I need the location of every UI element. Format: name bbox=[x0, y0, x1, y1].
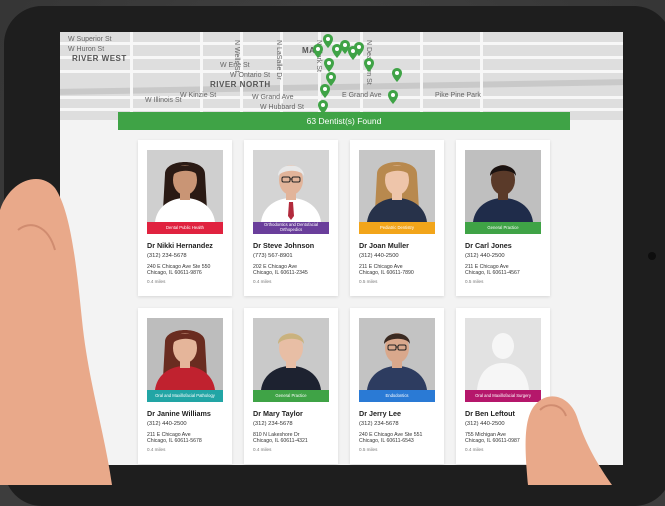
address-line-2: Chicago, IL 60611-4321 bbox=[253, 438, 308, 444]
dentist-distance: 0.4 miles bbox=[147, 279, 166, 284]
map-pin-icon[interactable] bbox=[392, 68, 402, 82]
map-street-label: N Wells St bbox=[233, 40, 240, 73]
specialty-badge: General Practice bbox=[253, 390, 329, 402]
dentist-photo bbox=[253, 150, 329, 222]
dentist-phone[interactable]: (312) 440-2500 bbox=[359, 253, 399, 259]
dentist-distance: 0.5 miles bbox=[465, 279, 484, 284]
dentist-phone[interactable]: (312) 440-2500 bbox=[147, 421, 187, 427]
dentist-name[interactable]: Dr Janine Williams bbox=[147, 409, 231, 418]
dentist-portrait bbox=[147, 318, 223, 390]
dentist-name[interactable]: Dr Joan Muller bbox=[359, 241, 443, 250]
map-street-label: W Illinois St bbox=[145, 97, 182, 104]
dentist-distance: 0.4 miles bbox=[465, 447, 484, 452]
dentist-photo bbox=[253, 318, 329, 390]
map-street-label: W Superior St bbox=[68, 36, 112, 43]
map-neighborhood-label: RIVER WEST bbox=[72, 54, 127, 63]
map-pin-icon[interactable] bbox=[364, 58, 374, 72]
road bbox=[130, 32, 133, 120]
dentist-phone[interactable]: (773) 567-8901 bbox=[253, 253, 293, 259]
dentist-phone[interactable]: (312) 234-5678 bbox=[253, 421, 293, 427]
map-street-label: N LaSalle Dr bbox=[275, 40, 282, 80]
map-pin-icon[interactable] bbox=[313, 44, 323, 58]
dentist-card[interactable]: Oral and Maxillofacial Pathology Dr Jani… bbox=[138, 308, 232, 464]
address-line-2: Chicago, IL 60611-6543 bbox=[359, 438, 414, 444]
dentist-address: 810 N Lakeshore Dr Chicago, IL 60611-4321 bbox=[253, 432, 333, 444]
road bbox=[60, 70, 623, 73]
dentist-distance: 0.4 miles bbox=[147, 447, 166, 452]
specialty-badge: Endodontics bbox=[359, 390, 435, 402]
results-count-banner: 63 Dentist(s) Found bbox=[118, 112, 570, 130]
dentist-name[interactable]: Dr Nikki Hernandez bbox=[147, 241, 231, 250]
map-street-label: W Ontario St bbox=[230, 72, 271, 79]
map-neighborhood-label: RIVER NORTH bbox=[210, 80, 271, 89]
dentist-card[interactable]: Endodontics Dr Jerry Lee (312) 234-5678 … bbox=[350, 308, 444, 464]
address-line-2: Chicago, IL 60611-2345 bbox=[253, 270, 308, 276]
dentist-address: 202 E Chicago Ave Chicago, IL 60611-2345 bbox=[253, 264, 333, 276]
dentist-name[interactable]: Dr Mary Taylor bbox=[253, 409, 337, 418]
map-pin-icon[interactable] bbox=[320, 84, 330, 98]
dentist-address: 211 E Chicago Ave Chicago, IL 60611-7890 bbox=[359, 264, 439, 276]
dentist-distance: 0.5 miles bbox=[359, 447, 378, 452]
dentist-card[interactable]: Dental Public Health Dr Nikki Hernandez … bbox=[138, 140, 232, 296]
address-line-2: Chicago, IL 60611-5678 bbox=[147, 438, 202, 444]
road bbox=[420, 32, 423, 120]
dentist-portrait bbox=[253, 150, 329, 222]
dentist-distance: 0.4 miles bbox=[253, 447, 272, 452]
map-park-label: Pike Pine Park bbox=[435, 92, 481, 99]
address-line-2: Chicago, IL 60611-7890 bbox=[359, 270, 414, 276]
address-line-2: Chicago, IL 60611-4567 bbox=[465, 270, 520, 276]
dentist-address: 211 E Chicago Ave Chicago, IL 60611-4567 bbox=[465, 264, 545, 276]
map-pin-icon[interactable] bbox=[388, 90, 398, 104]
dentist-photo bbox=[359, 318, 435, 390]
specialty-badge: Orthodontics and Dentofacial Orthopedics bbox=[253, 222, 329, 234]
address-line-2: Chicago, IL 60611-9876 bbox=[147, 270, 202, 276]
dentist-photo bbox=[147, 318, 223, 390]
specialty-badge: Dental Public Health bbox=[147, 222, 223, 234]
dentist-portrait bbox=[359, 318, 435, 390]
dentist-portrait bbox=[465, 150, 541, 222]
dentist-photo bbox=[359, 150, 435, 222]
dentist-phone[interactable]: (312) 234-5678 bbox=[359, 421, 399, 427]
specialty-badge: Pediatric Dentistry bbox=[359, 222, 435, 234]
map-street-label: W Hubbard St bbox=[260, 104, 304, 111]
left-hand bbox=[0, 179, 112, 485]
dentist-photo bbox=[147, 150, 223, 222]
dentist-name[interactable]: Dr Steve Johnson bbox=[253, 241, 337, 250]
dentist-photo bbox=[465, 150, 541, 222]
dentist-distance: 0.5 miles bbox=[359, 279, 378, 284]
dentist-card[interactable]: General Practice Dr Carl Jones (312) 440… bbox=[456, 140, 550, 296]
map-pin-icon[interactable] bbox=[354, 42, 364, 56]
dentist-address: 211 E Chicago Ave Chicago, IL 60611-5678 bbox=[147, 432, 227, 444]
dentist-name[interactable]: Dr Carl Jones bbox=[465, 241, 549, 250]
dentist-card[interactable]: Pediatric Dentistry Dr Joan Muller (312)… bbox=[350, 140, 444, 296]
dentist-portrait bbox=[359, 150, 435, 222]
tablet-camera bbox=[648, 252, 656, 260]
map-view[interactable]: W Superior St W Huron St RIVER WEST W Er… bbox=[60, 32, 623, 120]
map-street-label: E Grand Ave bbox=[342, 92, 382, 99]
dentist-card[interactable]: General Practice Dr Mary Taylor (312) 23… bbox=[244, 308, 338, 464]
road bbox=[60, 108, 623, 111]
right-hand bbox=[525, 396, 612, 485]
photo-background: W Superior St W Huron St RIVER WEST W Er… bbox=[0, 0, 665, 506]
specialty-badge: General Practice bbox=[465, 222, 541, 234]
map-street-label: W Huron St bbox=[68, 46, 105, 53]
dentist-portrait bbox=[253, 318, 329, 390]
map-street-label: W Grand Ave bbox=[252, 94, 294, 101]
dentist-phone[interactable]: (312) 234-5678 bbox=[147, 253, 187, 259]
dentist-portrait bbox=[147, 150, 223, 222]
dentist-address: 240 E Chicago Ave Ste 551 Chicago, IL 606… bbox=[359, 432, 439, 444]
road bbox=[480, 32, 483, 120]
specialty-badge: Oral and Maxillofacial Pathology bbox=[147, 390, 223, 402]
map-street-label: W Kinzie St bbox=[180, 92, 217, 99]
dentist-name[interactable]: Dr Jerry Lee bbox=[359, 409, 443, 418]
dentist-address: 240 E Chicago Ave Ste 550 Chicago, IL 606… bbox=[147, 264, 227, 276]
dentist-card[interactable]: Orthodontics and Dentofacial Orthopedics… bbox=[244, 140, 338, 296]
dentist-distance: 0.4 miles bbox=[253, 279, 272, 284]
map-pin-icon[interactable] bbox=[324, 58, 334, 72]
dentist-phone[interactable]: (312) 440-2500 bbox=[465, 421, 505, 427]
dentist-phone[interactable]: (312) 440-2500 bbox=[465, 253, 505, 259]
road bbox=[200, 32, 203, 120]
